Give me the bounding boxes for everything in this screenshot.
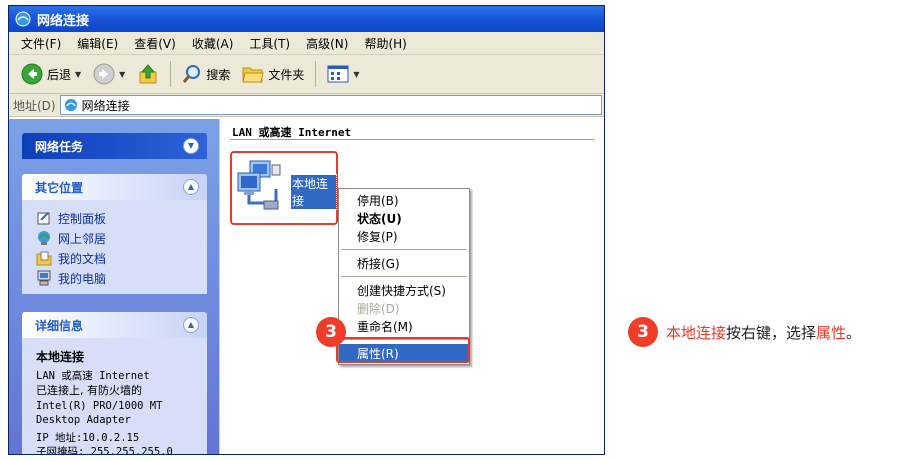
caption-end: 。 [846, 323, 862, 342]
address-bar: 地址(D) 网络连接 [9, 94, 604, 117]
menu-item-delete: 删除(D) [357, 301, 400, 316]
collapse-icon[interactable]: ▲ [183, 179, 199, 195]
menu-item-disable[interactable]: 停用(B) [339, 191, 469, 209]
details-line: LAN 或高速 Internet [36, 370, 150, 382]
folders-button[interactable]: 文件夹 [236, 59, 310, 89]
step-badge: 3 [316, 317, 346, 347]
menu-separator [341, 276, 467, 277]
link-my-documents[interactable]: 我的文档 [36, 248, 197, 268]
menu-item-repair[interactable]: 修复(P) [339, 227, 469, 245]
up-folder-icon [139, 64, 157, 84]
toolbar-separator [170, 61, 172, 87]
details-body: 本地连接 LAN 或高速 Internet 已连接上, 有防火墙的 Intel(… [22, 338, 207, 455]
explorer-window: 网络连接 文件(F) 编辑(E) 查看(V) 收藏(A) 工具(T) 高级(N)… [8, 5, 605, 455]
menu-tools[interactable]: 工具(T) [241, 35, 298, 52]
properties-highlight [336, 337, 470, 363]
up-button[interactable] [131, 59, 165, 89]
link-label: 我的电脑 [58, 271, 107, 286]
my-computer-icon [37, 270, 51, 286]
link-label: 我的文档 [58, 251, 107, 266]
expand-icon[interactable]: ▼ [183, 138, 199, 154]
views-button[interactable]: ▼ [321, 59, 365, 89]
address-value: 网络连接 [81, 98, 130, 113]
toolbar-separator [315, 61, 317, 87]
lan-connection-label[interactable]: 本地连接 [290, 174, 337, 210]
menu-view[interactable]: 查看(V) [126, 35, 184, 52]
lan-connection-icon [237, 160, 281, 210]
details-header[interactable]: 详细信息 ▲ [22, 312, 207, 338]
address-label: 地址(D) [13, 98, 56, 113]
chevron-down-icon[interactable]: ▼ [75, 70, 81, 79]
other-places-body: 控制面板 网上邻居 我的文档 我的电脑 [22, 200, 207, 294]
link-my-computer[interactable]: 我的电脑 [36, 268, 197, 288]
menu-file[interactable]: 文件(F) [13, 35, 69, 52]
back-arrow-icon [21, 63, 43, 85]
chevron-down-icon[interactable]: ▼ [353, 70, 359, 79]
menu-bar: 文件(F) 编辑(E) 查看(V) 收藏(A) 工具(T) 高级(N) 帮助(H… [9, 32, 604, 55]
other-places-title: 其它位置 [35, 180, 84, 195]
views-icon [327, 65, 349, 83]
details-line: IP 地址:10.0.2.15 [36, 432, 140, 444]
caption-highlight-connection: 本地连接 [666, 323, 727, 342]
panel-network-tasks: 网络任务 ▼ [22, 133, 207, 159]
section-divider [230, 139, 594, 140]
details-line: 已连接上, 有防火墙的 [36, 384, 142, 397]
window-title: 网络连接 [37, 13, 90, 29]
forward-button[interactable]: ▼ [87, 59, 131, 89]
details-title: 详细信息 [35, 318, 84, 333]
link-label: 控制面板 [58, 211, 107, 226]
menu-item-bridge[interactable]: 桥接(G) [339, 254, 469, 272]
section-header: LAN 或高速 Internet [232, 126, 352, 139]
forward-arrow-icon [93, 63, 115, 85]
search-label: 搜索 [206, 67, 231, 82]
back-button[interactable]: 后退 ▼ [15, 59, 87, 89]
caption-highlight-properties: 属性 [816, 323, 847, 342]
link-network-places[interactable]: 网上邻居 [36, 228, 197, 248]
menu-help[interactable]: 帮助(H) [356, 35, 414, 52]
details-item-name: 本地连接 [36, 350, 85, 364]
details-line: Intel(R) PRO/1000 MT [36, 400, 163, 412]
lan-connection-highlight[interactable]: 本地连接 [230, 151, 338, 225]
menu-item-create-shortcut[interactable]: 创建快捷方式(S) [339, 281, 469, 299]
content-area: 网络任务 ▼ 其它位置 ▲ 控制面板 网上邻居 我的文档 我的电脑 详细信息 ▲… [9, 119, 604, 454]
caption-step-badge: 3 [628, 317, 658, 347]
network-tasks-title: 网络任务 [35, 139, 84, 154]
my-documents-icon [36, 251, 52, 266]
caption-text: 按右键，选择 [726, 323, 817, 342]
panel-other-places: 其它位置 ▲ 控制面板 网上邻居 我的文档 我的电脑 [22, 174, 207, 294]
menu-separator [341, 249, 467, 250]
menu-item-rename[interactable]: 重命名(M) [339, 317, 469, 335]
folders-label: 文件夹 [268, 67, 305, 82]
menu-favorites[interactable]: 收藏(A) [184, 35, 242, 52]
link-control-panel[interactable]: 控制面板 [36, 208, 197, 228]
chevron-down-icon[interactable]: ▼ [119, 70, 125, 79]
details-line: 子网掩码: 255.255.255.0 [36, 446, 173, 455]
menu-edit[interactable]: 编辑(E) [69, 35, 126, 52]
search-icon [183, 65, 201, 83]
control-panel-icon [37, 212, 50, 225]
search-button[interactable]: 搜索 [176, 59, 236, 89]
panel-details: 详细信息 ▲ 本地连接 LAN 或高速 Internet 已连接上, 有防火墙的… [22, 312, 207, 455]
toolbar: 后退 ▼ ▼ 搜索 文件夹 ▼ [9, 55, 604, 94]
menu-item-status[interactable]: 状态(U) [339, 209, 469, 227]
network-tasks-header[interactable]: 网络任务 ▼ [22, 133, 207, 159]
title-bar: 网络连接 [9, 6, 604, 32]
connections-view: LAN 或高速 Internet 本地连接 停用(B) 状态(U) 修复(P) … [219, 119, 604, 454]
details-line: Desktop Adapter [36, 414, 131, 426]
link-label: 网上邻居 [58, 231, 107, 246]
menu-advanced[interactable]: 高级(N) [298, 35, 356, 52]
step-caption: 3 本地连接 按右键，选择 属性 。 [628, 317, 861, 347]
folder-icon [242, 67, 264, 83]
network-connections-icon [64, 98, 77, 112]
other-places-header[interactable]: 其它位置 ▲ [22, 174, 207, 200]
task-pane: 网络任务 ▼ 其它位置 ▲ 控制面板 网上邻居 我的文档 我的电脑 详细信息 ▲… [9, 119, 219, 454]
network-places-icon [38, 231, 50, 245]
address-field[interactable]: 网络连接 [59, 95, 602, 115]
network-connections-icon [15, 11, 31, 27]
collapse-icon[interactable]: ▲ [183, 317, 199, 333]
back-label: 后退 [47, 67, 72, 82]
